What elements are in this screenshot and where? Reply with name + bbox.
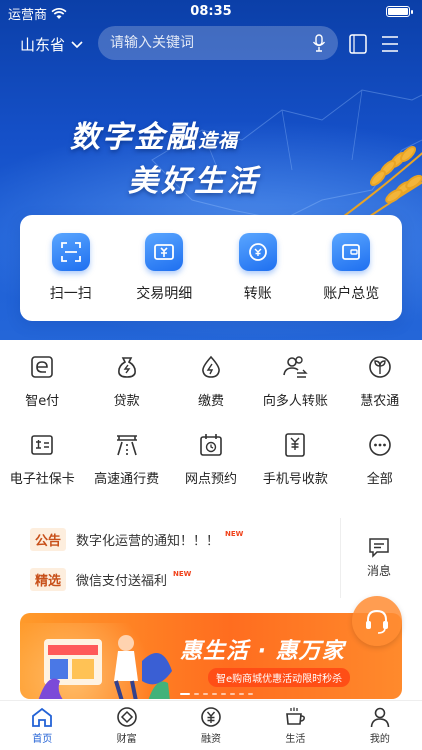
quick-action-label: 账户总览 bbox=[323, 286, 380, 302]
service-all[interactable]: 全部 bbox=[338, 430, 422, 508]
service-label: 高速通行费 bbox=[94, 472, 160, 487]
service-branch-booking[interactable]: 网点预约 bbox=[169, 430, 253, 508]
notice-panel: 公告 数字化运营的通知！！！ NEW 精选 微信支付送福利 NEW 消息 bbox=[20, 512, 402, 604]
scan-card-icon[interactable] bbox=[346, 32, 370, 56]
chevron-down-icon bbox=[71, 40, 83, 48]
shopping-illustration bbox=[38, 635, 172, 699]
tab-label: 生活 bbox=[285, 734, 306, 745]
promo-title: 惠生活 · 惠万家 bbox=[180, 639, 345, 664]
messages-label: 消息 bbox=[366, 564, 391, 578]
service-label: 贷款 bbox=[113, 394, 140, 409]
quick-action-label: 扫一扫 bbox=[49, 286, 92, 302]
tab-label: 融资 bbox=[201, 734, 222, 745]
sprout-icon bbox=[365, 352, 395, 382]
tab-life[interactable]: 生活 bbox=[253, 701, 337, 750]
status-time: 08:35 bbox=[190, 4, 232, 19]
service-label: 手机号收款 bbox=[262, 472, 328, 487]
region-label: 山东省 bbox=[20, 36, 66, 54]
notice-divider bbox=[340, 518, 341, 598]
tab-mine[interactable]: 我的 bbox=[338, 701, 422, 750]
service-phone-collect[interactable]: 手机号收款 bbox=[253, 430, 337, 508]
quick-action-label: 转账 bbox=[243, 286, 272, 302]
highway-icon bbox=[112, 430, 142, 460]
service-row: 电子社保卡 高速通行费 网点预约 手机号收款 全部 bbox=[0, 430, 422, 508]
calendar-clock-icon bbox=[196, 430, 226, 460]
promo-subtitle: 智e购商城优惠活动限时秒杀 bbox=[208, 668, 351, 687]
quick-action-scan[interactable]: 扫一扫 bbox=[26, 233, 116, 303]
notice-tag: 精选 bbox=[30, 568, 67, 591]
quick-actions-card: 扫一扫 交易明细 转账 账户总览 bbox=[20, 215, 402, 321]
headset-icon bbox=[366, 609, 388, 634]
customer-service-button[interactable] bbox=[352, 596, 402, 646]
banner-slogan: 数字金融造福 美好生活 bbox=[70, 112, 260, 200]
carousel-indicator bbox=[180, 693, 253, 695]
service-bills[interactable]: 缴费 bbox=[169, 352, 253, 430]
service-multi-transfer[interactable]: 向多人转账 bbox=[253, 352, 337, 430]
e-pay-icon bbox=[27, 352, 57, 382]
notice-tag: 公告 bbox=[30, 528, 67, 551]
bottom-tab-bar: 首页 财富 融资 生活 我的 bbox=[0, 700, 422, 750]
money-bag-icon bbox=[112, 352, 142, 382]
new-badge: NEW bbox=[225, 529, 244, 538]
service-e-pay[interactable]: 智e付 bbox=[0, 352, 84, 430]
service-agri[interactable]: 慧农通 bbox=[338, 352, 422, 430]
slogan-main: 数字金融 bbox=[70, 120, 198, 155]
service-social-card[interactable]: 电子社保卡 bbox=[0, 430, 84, 508]
service-label: 缴费 bbox=[197, 394, 224, 409]
service-loan[interactable]: 贷款 bbox=[84, 352, 168, 430]
region-selector[interactable]: 山东省 bbox=[20, 34, 83, 55]
search-bar[interactable] bbox=[98, 26, 338, 60]
promo-banner[interactable]: 惠生活 · 惠万家 智e购商城优惠活动限时秒杀 bbox=[20, 613, 402, 699]
new-badge: NEW bbox=[173, 569, 192, 578]
app-screen: 数字金融造福 美好生活 运营商 08:35 山东省 请输入关键词 扫一扫 交易明… bbox=[0, 0, 422, 750]
slogan-small: 造福 bbox=[198, 130, 239, 152]
coffee-icon bbox=[286, 707, 306, 725]
service-label: 慧农通 bbox=[360, 394, 400, 409]
tab-label: 我的 bbox=[369, 734, 390, 745]
notice-text: 微信支付送福利 bbox=[76, 574, 168, 589]
phone-yuan-icon bbox=[280, 430, 310, 460]
service-label: 智e付 bbox=[25, 394, 60, 409]
message-icon bbox=[369, 538, 389, 558]
tab-home[interactable]: 首页 bbox=[0, 701, 84, 750]
service-label: 电子社保卡 bbox=[9, 472, 75, 487]
quick-action-transactions[interactable]: 交易明细 bbox=[119, 233, 209, 303]
messages-button[interactable]: 消息 bbox=[356, 536, 402, 579]
top-bar: 山东省 bbox=[0, 26, 422, 62]
menu-icon[interactable] bbox=[378, 32, 402, 56]
microphone-icon[interactable] bbox=[312, 34, 326, 52]
tab-wealth[interactable]: 财富 bbox=[84, 701, 168, 750]
wealth-icon bbox=[116, 707, 137, 727]
service-label: 网点预约 bbox=[184, 472, 237, 487]
service-label: 全部 bbox=[366, 472, 393, 487]
battery-icon bbox=[386, 6, 413, 17]
more-dots-icon bbox=[365, 430, 395, 460]
wallet-icon bbox=[332, 233, 371, 271]
social-card-icon bbox=[27, 430, 57, 460]
quick-action-accounts[interactable]: 账户总览 bbox=[306, 233, 396, 303]
slogan-line2: 美好生活 bbox=[128, 164, 260, 199]
status-bar: 运营商 08:35 bbox=[0, 0, 422, 24]
quick-action-transfer[interactable]: 转账 bbox=[213, 233, 303, 303]
multi-user-transfer-icon bbox=[280, 352, 310, 382]
scan-icon bbox=[51, 233, 90, 271]
service-highway[interactable]: 高速通行费 bbox=[84, 430, 168, 508]
service-label: 向多人转账 bbox=[262, 394, 328, 409]
user-icon bbox=[370, 707, 390, 728]
service-grid: 智e付 贷款 缴费 向多人转账 慧农通 电子社保卡 高速通行费 网点预约 手机号… bbox=[0, 352, 422, 508]
service-row: 智e付 贷款 缴费 向多人转账 慧农通 bbox=[0, 352, 422, 430]
notice-item[interactable]: 精选 微信支付送福利 NEW bbox=[30, 568, 191, 591]
notice-item[interactable]: 公告 数字化运营的通知！！！ NEW bbox=[30, 528, 243, 551]
tab-financing[interactable]: 融资 bbox=[169, 701, 253, 750]
yuan-circle-icon bbox=[201, 707, 221, 727]
tab-label: 财富 bbox=[116, 734, 137, 745]
home-icon bbox=[32, 707, 53, 727]
search-input[interactable] bbox=[110, 35, 312, 51]
notice-text: 数字化运营的通知！！！ bbox=[76, 534, 220, 549]
quick-action-label: 交易明细 bbox=[136, 286, 193, 302]
yuan-card-icon bbox=[145, 233, 184, 271]
transfer-icon bbox=[238, 233, 277, 271]
tab-label: 首页 bbox=[32, 734, 53, 745]
lightning-drop-icon bbox=[196, 352, 226, 382]
